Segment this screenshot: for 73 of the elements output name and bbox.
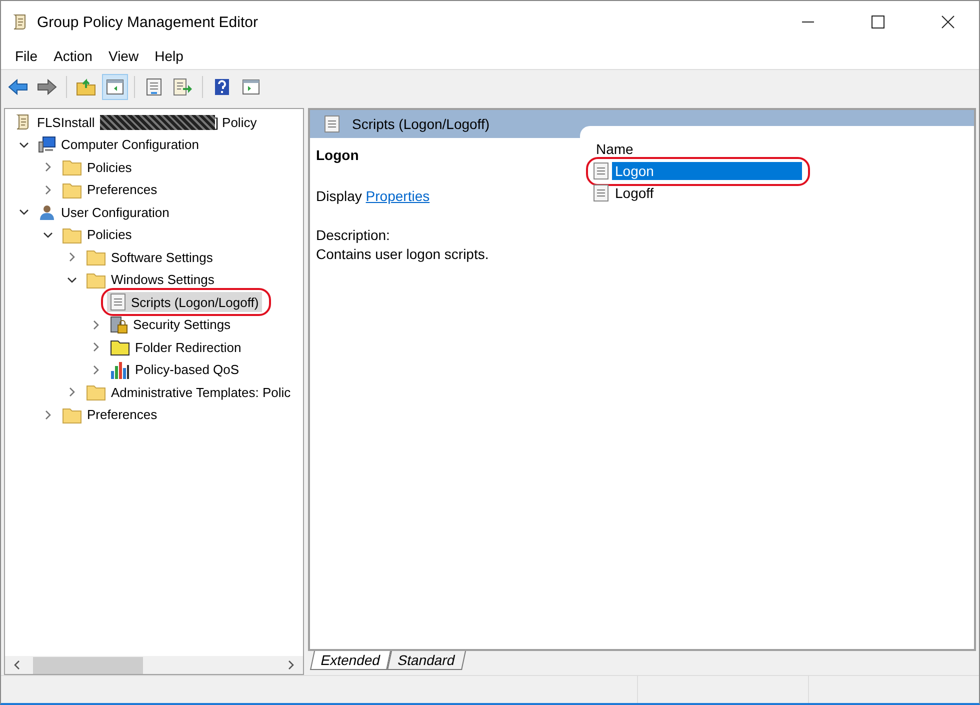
collapse-chevron-icon[interactable] xyxy=(19,140,29,150)
display-label: Display xyxy=(316,188,362,204)
tree-item[interactable]: Scripts (Logon/Logoff) xyxy=(107,292,262,312)
tree-item[interactable]: Folder Redirection xyxy=(107,337,244,358)
window-title: Group Policy Management Editor xyxy=(37,14,258,30)
export-list-icon xyxy=(173,78,193,96)
folder-icon xyxy=(86,383,106,402)
maximize-icon[interactable] xyxy=(871,15,885,29)
folder-icon xyxy=(62,406,82,424)
collapse-chevron-icon[interactable] xyxy=(67,274,77,285)
tree-item[interactable]: Preferences xyxy=(59,404,160,425)
tree-pane-icon xyxy=(106,79,124,95)
menu-item[interactable]: View xyxy=(100,48,147,64)
scroll-right-icon[interactable] xyxy=(287,660,295,670)
collapse-chevron-icon[interactable] xyxy=(43,230,53,240)
column-header[interactable]: Name xyxy=(588,134,802,160)
script-icon xyxy=(593,162,609,180)
tree-item[interactable]: Software Settings xyxy=(83,247,216,268)
script-icon xyxy=(593,184,609,202)
folder-icon xyxy=(86,270,106,289)
expand-chevron-icon[interactable] xyxy=(67,387,77,398)
collapse-chevron-icon[interactable] xyxy=(19,207,29,218)
scroll-left-icon[interactable] xyxy=(13,660,21,670)
list-item[interactable]: Logon xyxy=(612,162,802,180)
horizontal-scrollbar[interactable] xyxy=(5,656,303,674)
tree-item[interactable]: Policies xyxy=(59,157,135,178)
scroll-thumb[interactable] xyxy=(33,656,143,674)
folder-icon xyxy=(110,338,130,356)
user-icon xyxy=(38,203,56,222)
tree-item[interactable]: FLSInstall ] Policy xyxy=(11,112,260,132)
tree-item[interactable]: Computer Configuration xyxy=(35,134,202,155)
tree-item[interactable]: Administrative Templates: Polic xyxy=(83,382,294,402)
expand-chevron-icon[interactable] xyxy=(43,184,53,195)
toolbar-button[interactable] xyxy=(102,74,128,100)
tree-item[interactable]: User Configuration xyxy=(35,202,172,222)
script-icon xyxy=(324,115,340,133)
description-text: Contains user logon scripts. xyxy=(316,245,490,264)
view-tab[interactable]: Standard xyxy=(387,651,466,670)
menu-item[interactable]: Action xyxy=(46,48,100,64)
folder-up-icon xyxy=(76,78,96,96)
folder-icon xyxy=(62,226,82,244)
tree-item[interactable]: Windows Settings xyxy=(83,270,218,290)
bar-chart-icon xyxy=(110,360,130,379)
expand-chevron-icon[interactable] xyxy=(91,342,101,352)
tree-item[interactable]: Security Settings xyxy=(107,314,234,335)
tree-item[interactable]: Policies xyxy=(59,224,135,245)
properties-icon xyxy=(145,78,163,96)
help-icon xyxy=(214,78,230,96)
expand-chevron-icon[interactable] xyxy=(43,162,53,172)
close-icon[interactable] xyxy=(941,15,955,29)
expand-chevron-icon[interactable] xyxy=(91,320,101,330)
lock-icon xyxy=(110,316,128,334)
script-icon xyxy=(110,293,126,312)
expand-chevron-icon[interactable] xyxy=(91,364,101,375)
tree-item[interactable]: Preferences xyxy=(59,180,160,200)
folder-icon xyxy=(62,180,82,199)
view-tab[interactable]: Extended xyxy=(310,651,392,670)
menu-item[interactable]: File xyxy=(7,48,46,64)
list-item[interactable]: Logoff xyxy=(612,184,802,202)
description-label: Description: xyxy=(316,226,391,245)
pane-title: Scripts (Logon/Logoff) xyxy=(352,116,490,132)
computer-icon xyxy=(38,136,56,154)
tree-item[interactable]: Policy-based QoS xyxy=(107,360,242,380)
properties-link[interactable]: Properties xyxy=(366,188,430,204)
folder-icon xyxy=(62,158,82,176)
expand-chevron-icon[interactable] xyxy=(43,410,53,420)
expand-chevron-icon[interactable] xyxy=(67,252,77,262)
folder-icon xyxy=(86,248,106,266)
back-arrow-icon xyxy=(8,79,28,95)
action-pane-icon xyxy=(242,79,260,95)
forward-arrow-icon xyxy=(37,79,57,95)
detail-title: Logon xyxy=(316,146,360,165)
menu-item[interactable]: Help xyxy=(146,48,192,64)
